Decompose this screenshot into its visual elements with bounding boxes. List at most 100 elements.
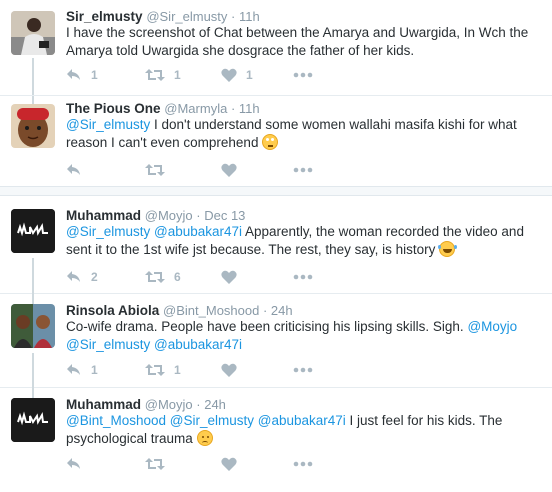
mention-link[interactable]: @Moyjo [467, 319, 517, 334]
display-name[interactable]: Muhammad [66, 397, 141, 412]
retweet-button[interactable]: 6 [145, 267, 181, 287]
reply-button[interactable]: 1 [66, 360, 98, 380]
mention-link[interactable]: @abubakar47i [154, 337, 242, 352]
mention-link[interactable]: @Sir_elmusty [66, 224, 150, 239]
timestamp[interactable]: Dec 13 [204, 208, 245, 223]
tweet-2[interactable]: The Pious One @Marmyla · 11h @Sir_elmust… [0, 96, 552, 182]
more-icon [293, 461, 313, 467]
username[interactable]: @Moyjo [145, 208, 193, 223]
heart-icon [221, 363, 237, 377]
more-button[interactable] [293, 65, 313, 90]
avatar[interactable] [11, 209, 55, 253]
avatar[interactable] [11, 398, 55, 442]
mention-link[interactable]: @abubakar47i [154, 224, 242, 239]
thread-line [32, 387, 34, 398]
retweet-icon [145, 364, 165, 376]
heart-icon [221, 457, 237, 471]
tweet-text: @Sir_elmusty @abubakar47i Apparently, th… [66, 223, 544, 259]
more-icon [293, 367, 313, 373]
thread-line [32, 96, 34, 104]
dot-separator: · [227, 9, 239, 24]
retweet-count: 1 [174, 68, 181, 82]
like-button[interactable]: 1 [221, 65, 253, 85]
reply-icon [67, 458, 80, 469]
retweet-icon [145, 69, 165, 81]
reply-count: 1 [91, 363, 98, 377]
more-button[interactable] [293, 454, 313, 479]
avatar[interactable] [11, 11, 55, 55]
dot-separator: · [259, 303, 271, 318]
more-icon [293, 167, 313, 173]
dot-separator: · [192, 397, 205, 412]
mention-link[interactable]: @Sir_elmusty [170, 413, 254, 428]
display-name[interactable]: The Pious One [66, 101, 161, 116]
more-button[interactable] [293, 360, 313, 385]
thread-line [32, 58, 34, 96]
like-button[interactable] [221, 160, 237, 180]
tweet-actions [66, 160, 366, 180]
retweet-icon [145, 458, 165, 470]
mention-link[interactable]: @Sir_elmusty [66, 117, 150, 132]
avatar[interactable] [11, 304, 55, 348]
mention-link[interactable]: @abubakar47i [258, 413, 346, 428]
thread-line [32, 293, 34, 304]
tweet-text: @Sir_elmusty I don't understand some wom… [66, 116, 544, 152]
dot-separator: · [192, 208, 205, 223]
more-button[interactable] [293, 267, 313, 292]
conversation-separator [0, 186, 552, 196]
display-name[interactable]: Rinsola Abiola [66, 303, 159, 318]
retweet-button[interactable] [145, 454, 165, 474]
timestamp[interactable]: 11h [239, 9, 260, 24]
reply-button[interactable] [66, 160, 82, 180]
heart-icon [221, 68, 237, 82]
thread-line [32, 353, 34, 387]
tweet-5[interactable]: Muhammad @Moyjo · 24h @Bint_Moshood @Sir… [0, 387, 552, 492]
face-with-tears-of-joy-icon [438, 241, 456, 257]
mention-link[interactable]: @Bint_Moshood [66, 413, 166, 428]
reply-button[interactable]: 1 [66, 65, 98, 85]
thread-line [32, 258, 34, 293]
retweet-button[interactable]: 1 [145, 360, 181, 380]
tweet-text: I have the screenshot of Chat between th… [66, 25, 529, 58]
tweet-actions: 1 1 1 [66, 65, 366, 85]
like-count: 1 [246, 68, 253, 82]
tweet-actions: 1 1 [66, 360, 366, 380]
tweet-text: Co-wife drama. People have been criticis… [66, 318, 544, 354]
more-icon [293, 274, 313, 280]
retweet-button[interactable] [145, 160, 165, 180]
username[interactable]: @Moyjo [145, 397, 193, 412]
face-with-rolling-eyes-icon [262, 134, 279, 150]
mention-link[interactable]: @Sir_elmusty [66, 337, 150, 352]
reply-button[interactable]: 2 [66, 267, 98, 287]
more-icon [293, 72, 313, 78]
like-button[interactable] [221, 360, 237, 380]
heart-icon [221, 270, 237, 284]
tweet-3[interactable]: Muhammad @Moyjo · Dec 13 @Sir_elmusty @a… [0, 198, 552, 293]
like-button[interactable] [221, 267, 237, 287]
tweet-4[interactable]: Rinsola Abiola @Bint_Moshood · 24h Co-wi… [0, 293, 552, 387]
display-name[interactable]: Sir_elmusty [66, 9, 143, 24]
timestamp[interactable]: 24h [204, 397, 226, 412]
retweet-icon [145, 271, 165, 283]
username[interactable]: @Bint_Moshood [163, 303, 259, 318]
retweet-button[interactable]: 1 [145, 65, 181, 85]
tweet-1[interactable]: Sir_elmusty @Sir_elmusty · 11h I have th… [0, 0, 552, 96]
reply-icon [67, 164, 80, 175]
username[interactable]: @Sir_elmusty [146, 9, 227, 24]
timestamp[interactable]: 11h [239, 101, 260, 116]
reply-icon [67, 271, 80, 282]
retweet-count: 1 [174, 363, 181, 377]
username[interactable]: @Marmyla [164, 101, 227, 116]
retweet-icon [145, 164, 165, 176]
like-button[interactable] [221, 454, 237, 474]
timestamp[interactable]: 24h [271, 303, 293, 318]
more-button[interactable] [293, 160, 313, 185]
disappointed-face-icon [196, 430, 213, 446]
reply-count: 1 [91, 68, 98, 82]
avatar[interactable] [11, 104, 55, 148]
reply-count: 2 [91, 270, 98, 284]
display-name[interactable]: Muhammad [66, 208, 141, 223]
reply-icon [67, 364, 80, 375]
reply-button[interactable] [66, 454, 82, 474]
tweet-text: @Bint_Moshood @Sir_elmusty @abubakar47i … [66, 412, 544, 448]
